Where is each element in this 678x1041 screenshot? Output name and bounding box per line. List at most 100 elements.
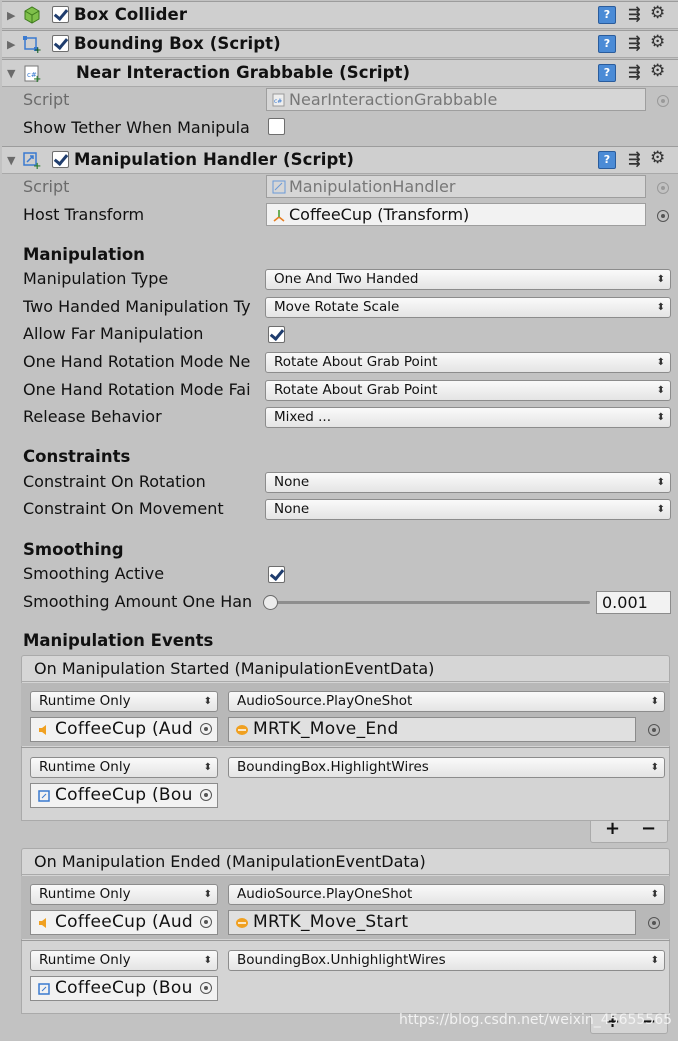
dropdown-arrow-icon: ⬍ xyxy=(203,889,212,900)
listener-function-dropdown[interactable]: AudioSource.PlayOneShot ⬍ xyxy=(228,884,665,905)
allow-far-manipulation-checkbox[interactable] xyxy=(268,326,285,343)
argument-value: MRTK_Move_End xyxy=(253,719,399,739)
dropdown-value: AudioSource.PlayOneShot xyxy=(237,886,413,902)
gear-icon[interactable]: ⚙ xyxy=(650,32,665,52)
object-picker-icon[interactable] xyxy=(648,917,660,929)
manipulation-type-dropdown[interactable]: One And Two Handed ⬍ xyxy=(265,269,671,290)
listener-runtime-dropdown[interactable]: Runtime Only ⬍ xyxy=(30,691,218,712)
listener-target-field[interactable]: CoffeeCup (Aud xyxy=(30,717,218,742)
help-book-icon[interactable]: ? xyxy=(598,6,616,24)
constraint-rotation-dropdown[interactable]: None ⬍ xyxy=(265,472,671,493)
script-label: Script xyxy=(23,177,70,196)
show-tether-label: Show Tether When Manipula xyxy=(23,118,250,137)
collapsed-arrow-icon[interactable]: ▶ xyxy=(7,38,15,51)
script-value: ManipulationHandler xyxy=(289,177,456,196)
expanded-arrow-icon[interactable]: ▼ xyxy=(7,154,15,167)
smoothing-amount-field[interactable]: 0.001 xyxy=(596,591,671,614)
listener-target-field[interactable]: CoffeeCup (Bou xyxy=(30,976,218,1001)
preset-icon[interactable]: ⇶ xyxy=(628,63,641,81)
dropdown-value: Runtime Only xyxy=(39,693,131,709)
smoothing-header: Smoothing xyxy=(23,540,124,559)
smoothing-amount-slider-thumb[interactable] xyxy=(263,595,279,610)
release-behavior-dropdown[interactable]: Mixed ... ⬍ xyxy=(265,407,671,428)
manipulation-header: Manipulation xyxy=(23,245,145,264)
listener-target-field[interactable]: CoffeeCup (Bou xyxy=(30,783,218,808)
dropdown-value: BoundingBox.HighlightWires xyxy=(237,759,429,775)
help-book-icon[interactable]: ? xyxy=(598,35,616,53)
component-header-manipulation-handler[interactable]: ▼ + Manipulation Handler (Script) ? ⇶ ⚙ xyxy=(2,146,678,174)
listener-function-dropdown[interactable]: BoundingBox.HighlightWires ⬍ xyxy=(228,757,665,778)
smoothing-amount-label: Smoothing Amount One Han xyxy=(23,592,253,611)
listener-function-dropdown[interactable]: BoundingBox.UnhighlightWires ⬍ xyxy=(228,950,665,971)
component-title: Near Interaction Grabbable (Script) xyxy=(76,63,411,82)
bounding-box-icon xyxy=(38,790,50,802)
object-picker-icon[interactable] xyxy=(200,789,212,801)
svg-text:+: + xyxy=(33,161,41,170)
constraints-header: Constraints xyxy=(23,447,131,466)
object-picker-icon[interactable] xyxy=(200,982,212,994)
preset-icon[interactable]: ⇶ xyxy=(628,150,641,168)
box-collider-icon xyxy=(24,6,40,24)
dropdown-arrow-icon: ⬍ xyxy=(656,477,665,488)
listener-runtime-dropdown[interactable]: Runtime Only ⬍ xyxy=(30,757,218,778)
dropdown-arrow-icon: ⬍ xyxy=(656,412,665,423)
component-enabled-checkbox[interactable] xyxy=(52,6,69,23)
dropdown-value: None xyxy=(274,501,310,517)
manipulation-events-header: Manipulation Events xyxy=(23,631,214,650)
preset-icon[interactable]: ⇶ xyxy=(628,5,641,23)
dropdown-value: Mixed ... xyxy=(274,409,332,425)
component-title: Manipulation Handler (Script) xyxy=(74,150,355,169)
object-picker-icon[interactable] xyxy=(657,210,669,222)
gear-icon[interactable]: ⚙ xyxy=(650,148,665,168)
show-tether-checkbox[interactable] xyxy=(268,118,285,135)
bounding-box-icon xyxy=(38,983,50,995)
listener-target-field[interactable]: CoffeeCup (Aud xyxy=(30,910,218,935)
add-listener-button[interactable]: + xyxy=(605,818,620,839)
gear-icon[interactable]: ⚙ xyxy=(650,61,665,81)
component-enabled-checkbox[interactable] xyxy=(52,35,69,52)
collapsed-arrow-icon[interactable]: ▶ xyxy=(7,9,15,22)
component-enabled-checkbox[interactable] xyxy=(52,151,69,168)
script-file-icon xyxy=(272,180,286,194)
object-picker-icon xyxy=(657,182,669,194)
svg-text:+: + xyxy=(33,74,41,83)
help-book-icon[interactable]: ? xyxy=(598,151,616,169)
event-started-add-remove: + − xyxy=(590,818,668,843)
dropdown-arrow-icon: ⬍ xyxy=(656,302,665,313)
dropdown-arrow-icon: ⬍ xyxy=(203,696,212,707)
two-handed-manipulation-dropdown[interactable]: Move Rotate Scale ⬍ xyxy=(265,297,671,318)
two-handed-manipulation-label: Two Handed Manipulation Ty xyxy=(23,297,251,316)
smoothing-active-checkbox[interactable] xyxy=(268,566,285,583)
audio-source-icon xyxy=(39,725,46,735)
listener-argument-field[interactable]: MRTK_Move_Start xyxy=(228,910,636,935)
component-header-near-interaction-grabbable[interactable]: ▼ c# + Near Interaction Grabbable (Script… xyxy=(2,59,678,87)
smoothing-amount-slider-track[interactable] xyxy=(268,601,590,604)
dropdown-arrow-icon: ⬍ xyxy=(650,696,659,707)
event-ended-header: On Manipulation Ended (ManipulationEvent… xyxy=(21,848,670,875)
listener-runtime-dropdown[interactable]: Runtime Only ⬍ xyxy=(30,884,218,905)
gear-icon[interactable]: ⚙ xyxy=(650,3,665,23)
one-hand-rotation-near-dropdown[interactable]: Rotate About Grab Point ⬍ xyxy=(265,352,671,373)
preset-icon[interactable]: ⇶ xyxy=(628,34,641,52)
object-picker-icon[interactable] xyxy=(648,724,660,736)
help-book-icon[interactable]: ? xyxy=(598,64,616,82)
host-transform-field[interactable]: CoffeeCup (Transform) xyxy=(266,203,646,226)
dropdown-value: AudioSource.PlayOneShot xyxy=(237,693,413,709)
listener-argument-field[interactable]: MRTK_Move_End xyxy=(228,717,636,742)
expanded-arrow-icon[interactable]: ▼ xyxy=(7,67,15,80)
dropdown-arrow-icon: ⬍ xyxy=(650,889,659,900)
script-label: Script xyxy=(23,90,70,109)
dropdown-value: Rotate About Grab Point xyxy=(274,354,438,370)
dropdown-value: None xyxy=(274,474,310,490)
dropdown-arrow-icon: ⬍ xyxy=(650,955,659,966)
object-picker-icon[interactable] xyxy=(200,916,212,928)
one-hand-rotation-far-dropdown[interactable]: Rotate About Grab Point ⬍ xyxy=(265,380,671,401)
remove-listener-button[interactable]: − xyxy=(641,818,656,839)
target-value: CoffeeCup (Aud xyxy=(55,719,194,739)
listener-function-dropdown[interactable]: AudioSource.PlayOneShot ⬍ xyxy=(228,691,665,712)
object-picker-icon[interactable] xyxy=(200,723,212,735)
component-header-box-collider[interactable]: ▶ Box Collider ? ⇶ ⚙ xyxy=(2,1,678,29)
constraint-movement-dropdown[interactable]: None ⬍ xyxy=(265,499,671,520)
component-header-bounding-box[interactable]: ▶ + Bounding Box (Script) ? ⇶ ⚙ xyxy=(2,30,678,58)
listener-runtime-dropdown[interactable]: Runtime Only ⬍ xyxy=(30,950,218,971)
